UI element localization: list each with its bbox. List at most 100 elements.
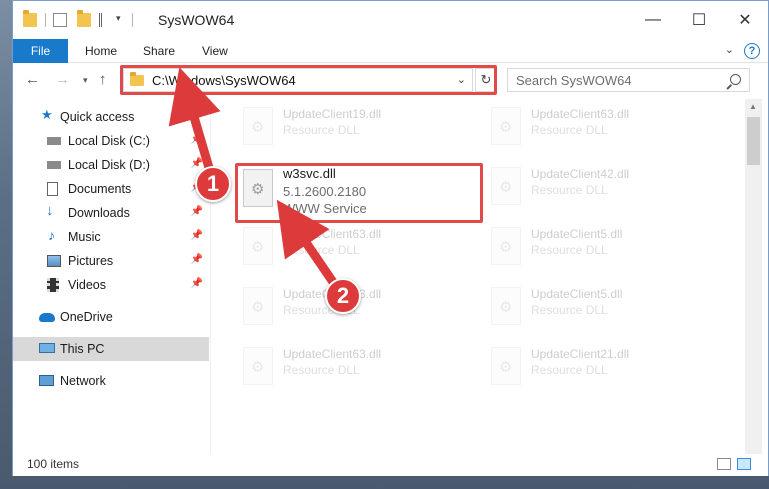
pictures-icon: [47, 255, 61, 267]
dll-file-icon: [491, 167, 521, 205]
tab-view[interactable]: View: [202, 44, 228, 58]
callout-1: 1: [195, 166, 231, 202]
file-item[interactable]: UpdateClient19.dll Resource DLL: [233, 101, 463, 159]
pc-icon: [39, 343, 55, 353]
file-item[interactable]: UpdateClient63.dll Resource DLL: [233, 341, 463, 399]
sidebar-item-onedrive[interactable]: OneDrive: [13, 305, 209, 329]
file-name: UpdateClient63.dll: [283, 227, 382, 241]
videos-icon: [47, 278, 59, 292]
scrollbar-thumb[interactable]: [747, 117, 760, 165]
file-description: Resource DLL: [531, 363, 608, 377]
file-item[interactable]: UpdateClient5.dll Resource DLL: [481, 221, 711, 279]
tab-home[interactable]: Home: [85, 44, 117, 58]
sidebar-item-label: Videos: [68, 278, 106, 292]
sidebar-item-quick-access[interactable]: ★ Quick access: [13, 105, 209, 129]
file-description: Resource DLL: [283, 243, 360, 257]
pin-icon[interactable]: 📌: [191, 230, 203, 241]
divider: [132, 13, 133, 27]
sidebar-item-label: Documents: [68, 182, 132, 196]
file-description: Resource DLL: [531, 183, 608, 197]
file-description: Resource DLL: [531, 123, 608, 137]
sidebar-item-label: Music: [68, 230, 101, 244]
file-item[interactable]: UpdateClient21.dll Resource DLL: [481, 341, 711, 399]
address-highlight: [120, 65, 497, 95]
file-item[interactable]: UpdateClient63.dll Resource DLL: [233, 221, 463, 279]
sidebar-item-label: Local Disk (C:): [68, 134, 150, 148]
documents-icon: [47, 182, 58, 196]
folder-icon: [23, 10, 37, 27]
chevron-down-icon[interactable]: ▾: [116, 13, 121, 24]
file-name: UpdateClient21.dll: [531, 347, 630, 361]
dll-file-icon: [491, 107, 521, 145]
window-title: SysWOW64: [158, 12, 235, 28]
file-name: UpdateClient5.dll: [531, 287, 623, 301]
sidebar-item-documents[interactable]: Documents 📌: [13, 177, 209, 201]
customize-toolbar-icon[interactable]: [99, 13, 113, 27]
divider: [45, 13, 46, 27]
dll-file-icon: [491, 347, 521, 385]
file-name: UpdateClient19.dll: [283, 107, 382, 121]
back-arrow-icon[interactable]: ←: [25, 71, 40, 88]
scroll-up-icon[interactable]: ▲: [749, 102, 757, 111]
sidebar-item-local-disk-c[interactable]: Local Disk (C:) 📌: [13, 129, 209, 153]
sidebar-item-music[interactable]: ♪ Music 📌: [13, 225, 209, 249]
forward-arrow-icon[interactable]: →: [55, 71, 70, 88]
ribbon-tabs: File Home Share View ⌄ ?: [13, 39, 768, 63]
new-folder-icon[interactable]: [77, 10, 91, 27]
sidebar-item-label: Downloads: [68, 206, 130, 220]
explorer-window: ▾ SysWOW64 — ☐ ✕ File Home Share View ⌄ …: [12, 0, 769, 476]
expand-ribbon-icon[interactable]: ⌄: [725, 43, 734, 56]
sidebar-item-videos[interactable]: Videos 📌: [13, 273, 209, 297]
pin-icon[interactable]: 📌: [191, 134, 203, 145]
large-icons-view-icon[interactable]: [737, 458, 751, 470]
close-button[interactable]: ✕: [722, 1, 768, 39]
status-bar: 100 items: [13, 454, 768, 476]
help-icon[interactable]: ?: [744, 43, 760, 59]
details-view-icon[interactable]: [717, 458, 731, 470]
file-name: UpdateClient63.dll: [531, 107, 630, 121]
search-input[interactable]: Search SysWOW64: [507, 68, 750, 92]
sidebar-item-label: This PC: [60, 342, 105, 356]
item-count: 100 items: [27, 457, 80, 471]
dll-file-icon: [243, 347, 273, 385]
properties-icon[interactable]: [53, 13, 67, 27]
file-item[interactable]: UpdateClient5.dll Resource DLL: [481, 281, 711, 339]
pin-icon[interactable]: 📌: [191, 278, 203, 289]
file-item[interactable]: UpdateClient63.dll Resource DLL: [481, 101, 711, 159]
pin-icon[interactable]: 📌: [191, 206, 203, 217]
pin-icon[interactable]: 📌: [191, 158, 203, 169]
sidebar-item-pictures[interactable]: Pictures 📌: [13, 249, 209, 273]
sidebar-item-this-pc[interactable]: This PC: [13, 337, 209, 361]
tab-file[interactable]: File: [13, 39, 68, 63]
sidebar-item-label: Local Disk (D:): [68, 158, 150, 172]
dll-file-icon: [243, 107, 273, 145]
search-icon: [730, 74, 741, 85]
minimize-button[interactable]: —: [630, 1, 676, 39]
file-description: Resource DLL: [531, 303, 608, 317]
drive-icon: [47, 161, 61, 169]
vertical-scrollbar[interactable]: ▲: [745, 99, 762, 454]
navigation-bar: ← → ▾ ↑ C:\Windows\SysWOW64 ⌄ ↻ Search S…: [13, 63, 768, 97]
pane-divider: [210, 99, 211, 454]
file-description: Resource DLL: [283, 363, 360, 377]
sidebar-item-label: OneDrive: [60, 310, 113, 324]
maximize-button[interactable]: ☐: [676, 1, 722, 39]
sidebar-item-label: Network: [60, 374, 106, 388]
title-bar: ▾ SysWOW64 — ☐ ✕: [13, 1, 768, 39]
sidebar-item-local-disk-d[interactable]: Local Disk (D:) 📌: [13, 153, 209, 177]
sidebar-item-label: Quick access: [60, 110, 135, 124]
tab-share[interactable]: Share: [143, 44, 175, 58]
file-name: UpdateClient42.dll: [531, 167, 630, 181]
pin-icon[interactable]: 📌: [191, 254, 203, 265]
recent-locations-icon[interactable]: ▾: [83, 75, 88, 86]
up-arrow-icon[interactable]: ↑: [99, 71, 107, 88]
navigation-pane: ★ Quick access Local Disk (C:) 📌 Local D…: [13, 99, 209, 454]
sidebar-item-downloads[interactable]: ↓ Downloads 📌: [13, 201, 209, 225]
file-item[interactable]: UpdateClient42.dll Resource DLL: [481, 161, 711, 219]
download-icon: ↓: [46, 202, 54, 219]
dll-file-icon: [243, 287, 273, 325]
sidebar-item-network[interactable]: Network: [13, 369, 209, 393]
file-highlight: [235, 163, 483, 223]
file-description: Resource DLL: [531, 243, 608, 257]
star-icon: ★: [41, 107, 53, 122]
